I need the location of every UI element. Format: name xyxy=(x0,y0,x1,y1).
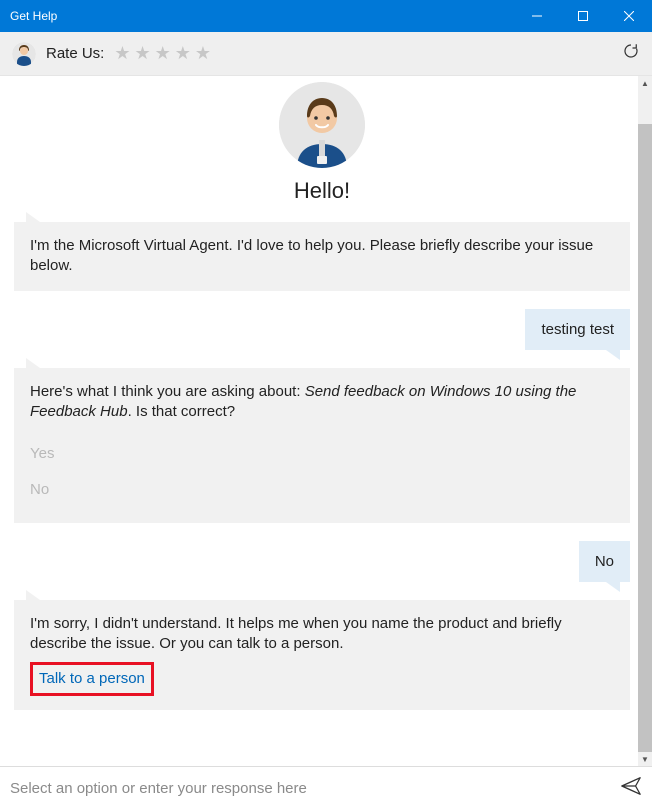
star-icon[interactable]: ★ xyxy=(155,43,171,64)
scroll-up-arrow[interactable]: ▲ xyxy=(638,76,652,90)
highlight-annotation: Talk to a person xyxy=(30,662,154,696)
window-title: Get Help xyxy=(0,9,514,23)
options-list: Yes No xyxy=(30,436,614,509)
message-text: Here's what I think you are asking about… xyxy=(14,368,630,523)
user-message: No xyxy=(14,541,630,582)
star-icon[interactable]: ★ xyxy=(135,43,151,64)
agent-avatar-small xyxy=(12,42,36,66)
text: I'm sorry, I didn't understand. It helps… xyxy=(30,615,562,652)
rate-label: Rate Us: xyxy=(46,45,104,62)
star-icon[interactable]: ★ xyxy=(114,43,130,64)
window-titlebar: Get Help xyxy=(0,0,652,32)
input-bar xyxy=(0,766,652,810)
maximize-button[interactable] xyxy=(560,0,606,32)
message-text: I'm the Microsoft Virtual Agent. I'd lov… xyxy=(14,222,630,291)
text: Here's what I think you are asking about… xyxy=(30,383,305,400)
response-input[interactable] xyxy=(10,780,612,797)
message-text: testing test xyxy=(525,309,630,350)
refresh-button[interactable] xyxy=(622,42,640,65)
rate-bar: Rate Us: ★ ★ ★ ★ ★ xyxy=(0,32,652,76)
scroll-down-arrow[interactable]: ▼ xyxy=(638,752,652,766)
send-button[interactable] xyxy=(620,775,642,802)
scrollbar[interactable]: ▲ ▼ xyxy=(638,76,652,766)
rating-stars[interactable]: ★ ★ ★ ★ ★ xyxy=(112,43,213,64)
close-button[interactable] xyxy=(606,0,652,32)
option-yes[interactable]: Yes xyxy=(30,436,614,472)
scrollbar-thumb[interactable] xyxy=(638,124,652,752)
message-text: No xyxy=(579,541,630,582)
greeting-text: Hello! xyxy=(14,178,630,204)
agent-message: I'm the Microsoft Virtual Agent. I'd lov… xyxy=(14,222,630,291)
option-no[interactable]: No xyxy=(30,472,614,508)
text: . Is that correct? xyxy=(128,403,236,420)
user-message: testing test xyxy=(14,309,630,350)
agent-message: Here's what I think you are asking about… xyxy=(14,368,630,523)
chat-content: Hello! I'm the Microsoft Virtual Agent. … xyxy=(0,76,652,766)
agent-avatar-large xyxy=(279,82,365,168)
minimize-button[interactable] xyxy=(514,0,560,32)
hero: Hello! xyxy=(14,76,630,204)
star-icon[interactable]: ★ xyxy=(175,43,191,64)
agent-message: I'm sorry, I didn't understand. It helps… xyxy=(14,600,630,711)
talk-to-person-link[interactable]: Talk to a person xyxy=(35,667,149,691)
message-text: I'm sorry, I didn't understand. It helps… xyxy=(14,600,630,711)
star-icon[interactable]: ★ xyxy=(195,43,211,64)
